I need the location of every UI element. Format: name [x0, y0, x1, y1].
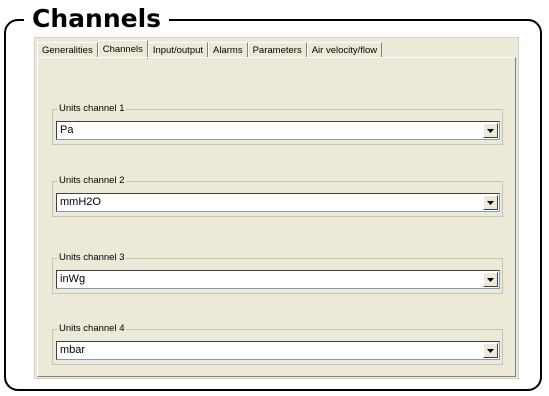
units-channel-4-select[interactable]: mbar [56, 341, 500, 360]
page-title: Channels [24, 0, 170, 38]
units-channel-1-label: Units channel 1 [57, 103, 127, 115]
dropdown-button[interactable] [483, 195, 498, 210]
units-channel-2-group: Units channel 2 mmH2O [52, 175, 503, 217]
dropdown-button[interactable] [483, 343, 498, 358]
tab-alarms[interactable]: Alarms [208, 42, 248, 58]
chevron-down-icon [487, 278, 494, 282]
units-channel-4-group: Units channel 4 mbar [52, 323, 503, 365]
units-channel-2-label: Units channel 2 [57, 175, 127, 187]
units-channel-3-label: Units channel 3 [57, 252, 127, 264]
select-value: mmH2O [60, 196, 101, 208]
chevron-down-icon [487, 349, 494, 353]
tab-bar: Generalities Channels Input/output Alarm… [37, 40, 383, 59]
tab-parameters[interactable]: Parameters [247, 42, 307, 58]
units-channel-3-select[interactable]: inWg [56, 270, 500, 289]
units-channel-1-select[interactable]: Pa [56, 121, 500, 140]
chevron-down-icon [487, 201, 494, 205]
chevron-down-icon [487, 129, 494, 133]
dropdown-button[interactable] [483, 123, 498, 138]
tab-air-velocity-flow[interactable]: Air velocity/flow [306, 42, 383, 58]
units-channel-1-group: Units channel 1 Pa [52, 103, 503, 145]
tab-content: Units channel 1 Pa Units channel 2 mmH2O… [37, 57, 516, 377]
dialog-panel: Generalities Channels Input/output Alarm… [34, 37, 519, 379]
dropdown-button[interactable] [483, 272, 498, 287]
select-value: inWg [60, 273, 86, 285]
units-channel-2-select[interactable]: mmH2O [56, 193, 500, 212]
select-value: Pa [60, 124, 74, 136]
units-channel-3-group: Units channel 3 inWg [52, 252, 503, 294]
select-value: mbar [60, 344, 86, 356]
tab-input-output[interactable]: Input/output [147, 42, 209, 58]
tab-generalities[interactable]: Generalities [37, 42, 98, 58]
units-channel-4-label: Units channel 4 [57, 323, 127, 335]
